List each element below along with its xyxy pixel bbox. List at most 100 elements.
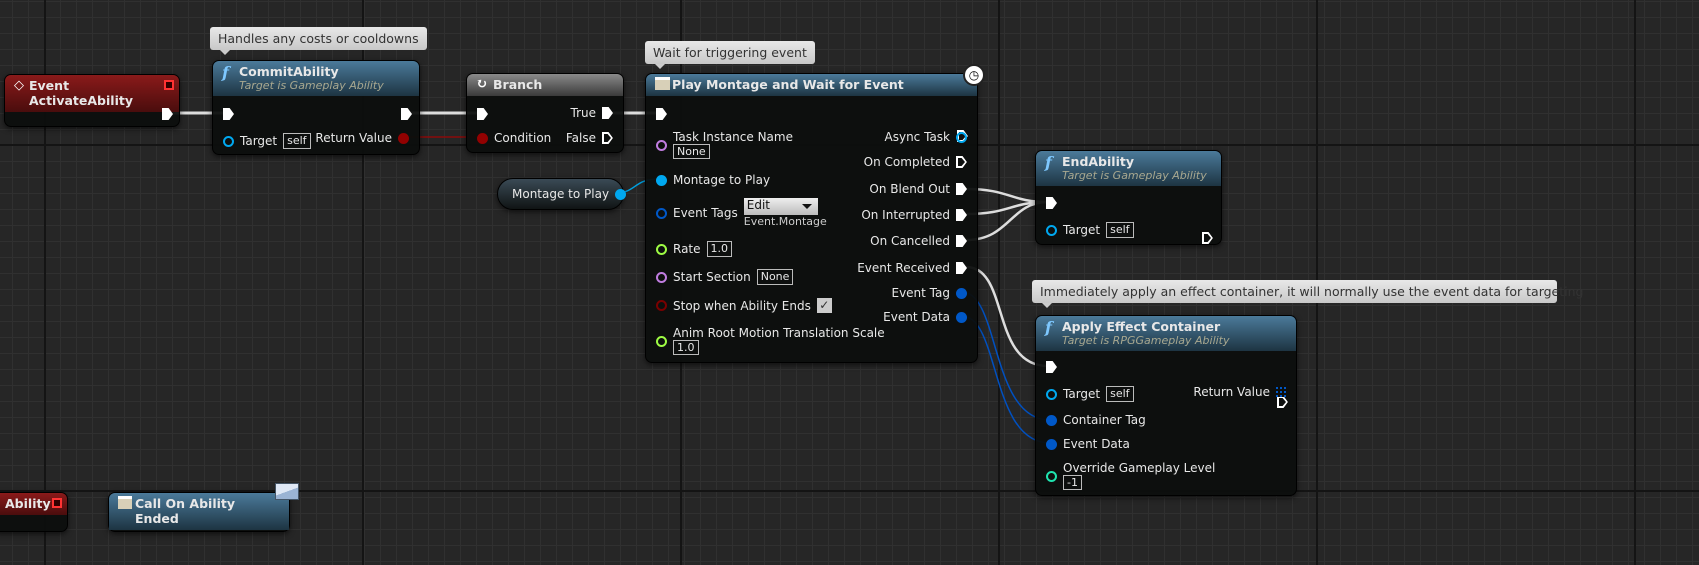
- comment-bubble[interactable]: Handles any costs or cooldowns: [210, 27, 427, 55]
- pin-label: Stop when Ability Ends: [673, 298, 811, 313]
- pin-label: Event Data: [1063, 437, 1130, 451]
- object-pin[interactable]: [1046, 224, 1057, 236]
- branch-node[interactable]: ↻ Branch True Condition False: [466, 73, 624, 153]
- int-pin[interactable]: [1046, 471, 1057, 482]
- partial-event-node[interactable]: Ability: [0, 492, 68, 532]
- exec-in-pin[interactable]: [656, 108, 667, 120]
- message-envelope-icon: [275, 483, 299, 500]
- event-tags-dropdown[interactable]: Edit: [743, 198, 818, 215]
- exec-out-pin[interactable]: [1202, 232, 1213, 244]
- struct-pin[interactable]: [656, 208, 667, 219]
- object-pin[interactable]: [615, 188, 627, 200]
- comment-bubble[interactable]: Immediately apply an effect container, i…: [1032, 280, 1583, 308]
- target-value[interactable]: self: [1106, 386, 1134, 402]
- commit-ability-node[interactable]: f CommitAbility Target is Gameplay Ability…: [212, 60, 420, 155]
- pin-label: On Interrupted: [861, 208, 950, 222]
- task-icon: [655, 77, 670, 90]
- rate-value[interactable]: 1.0: [706, 241, 733, 257]
- delegate-pin[interactable]: [52, 498, 62, 508]
- anim-root-value[interactable]: 1.0: [673, 340, 699, 355]
- event-diamond-icon: ◇: [14, 78, 24, 93]
- target-value[interactable]: self: [283, 133, 311, 149]
- function-icon: f: [1045, 318, 1052, 337]
- pin-label: Start Section: [673, 270, 751, 284]
- start-section-value[interactable]: None: [756, 269, 794, 285]
- node-title: Call On Ability Ended: [135, 496, 236, 526]
- pin-label: Montage to Play: [673, 173, 771, 187]
- pin-label: Event Tags: [673, 206, 738, 220]
- exec-out-pin[interactable]: [956, 262, 967, 274]
- node-title: Play Montage and Wait for Event: [672, 77, 904, 92]
- stop-when-ends-checkbox[interactable]: ✓: [816, 298, 832, 313]
- object-pin[interactable]: [956, 131, 967, 143]
- exec-out-pin[interactable]: [956, 183, 967, 195]
- montage-to-play-variable[interactable]: Montage to Play: [497, 178, 627, 210]
- pin-label: Event Received: [857, 261, 950, 275]
- comment-bubble[interactable]: Wait for triggering event: [645, 41, 815, 69]
- exec-in-pin[interactable]: [1046, 197, 1057, 209]
- node-subtitle: Target is Gameplay Ability: [239, 79, 384, 92]
- object-pin[interactable]: [656, 174, 667, 186]
- object-pin[interactable]: [223, 135, 234, 147]
- node-title: Event ActivateAbility: [29, 78, 133, 108]
- task-instance-value[interactable]: None: [673, 144, 710, 159]
- node-title: Branch: [493, 77, 543, 92]
- end-ability-node[interactable]: f EndAbility Target is Gameplay Ability Ta…: [1035, 150, 1222, 245]
- pin-label: On Cancelled: [870, 234, 950, 248]
- name-pin[interactable]: [656, 271, 667, 283]
- pin-label: Anim Root Motion Translation Scale: [673, 326, 885, 340]
- node-title: CommitAbility: [239, 64, 339, 79]
- pin-label: Container Tag: [1063, 413, 1146, 427]
- exec-out-pin[interactable]: [956, 156, 967, 168]
- exec-in-pin[interactable]: [1046, 361, 1057, 373]
- node-title: EndAbility: [1062, 154, 1134, 169]
- struct-pin[interactable]: [956, 287, 967, 299]
- exec-out-pin[interactable]: [956, 209, 967, 221]
- pin-label: Target: [1063, 387, 1101, 401]
- exec-in-pin[interactable]: [477, 108, 488, 120]
- pin-label: True: [570, 106, 597, 120]
- branch-icon: ↻: [476, 76, 488, 92]
- pin-label: On Completed: [863, 155, 950, 169]
- bool-pin[interactable]: [656, 300, 667, 311]
- latent-clock-icon: ◷: [963, 64, 985, 86]
- pin-label: Rate: [673, 242, 701, 256]
- pin-label: Event Data: [883, 310, 950, 324]
- exec-false-pin[interactable]: [602, 132, 613, 144]
- array-grid-icon[interactable]: [1276, 387, 1286, 397]
- exec-out-pin[interactable]: [956, 235, 967, 247]
- float-pin[interactable]: [656, 243, 667, 255]
- play-montage-node[interactable]: Play Montage and Wait for Event ◷ Task I…: [645, 64, 985, 363]
- bool-pin[interactable]: [398, 132, 409, 144]
- function-icon: f: [1045, 153, 1052, 172]
- exec-true-pin[interactable]: [602, 107, 613, 119]
- pin-label: Async Task: [884, 130, 950, 144]
- apply-effect-container-node[interactable]: f Apply Effect Container Target is RPGGame…: [1035, 315, 1297, 496]
- override-level-value[interactable]: -1: [1063, 475, 1082, 490]
- exec-out-pin[interactable]: [401, 108, 412, 120]
- function-icon: f: [222, 63, 229, 82]
- pin-label: Event Tag: [891, 286, 950, 300]
- node-title: Ability: [5, 496, 51, 511]
- node-subtitle: Target is RPGGameplay Ability: [1062, 334, 1230, 347]
- target-value[interactable]: self: [1106, 222, 1134, 238]
- delegate-pin[interactable]: [164, 80, 174, 90]
- node-subtitle: Target is Gameplay Ability: [1062, 169, 1207, 182]
- struct-pin[interactable]: [956, 311, 967, 323]
- name-pin[interactable]: [656, 140, 667, 151]
- object-pin[interactable]: [1046, 388, 1057, 400]
- exec-in-pin[interactable]: [223, 108, 234, 120]
- pin-label: Task Instance Name: [673, 130, 793, 144]
- struct-pin[interactable]: [1046, 438, 1057, 450]
- bool-pin[interactable]: [477, 132, 488, 144]
- pin-label: Condition: [494, 131, 552, 145]
- float-pin[interactable]: [656, 336, 667, 347]
- call-on-ability-ended-node[interactable]: Call On Ability Ended: [108, 483, 299, 532]
- pin-label: Override Gameplay Level: [1063, 461, 1216, 475]
- event-activate-ability-node[interactable]: ◇ Event ActivateAbility: [4, 74, 180, 127]
- variable-label: Montage to Play: [512, 187, 610, 201]
- pin-label: On Blend Out: [869, 182, 950, 196]
- pin-label: Target: [240, 134, 278, 148]
- struct-pin[interactable]: [1046, 414, 1057, 426]
- pin-label: Target: [1063, 223, 1101, 237]
